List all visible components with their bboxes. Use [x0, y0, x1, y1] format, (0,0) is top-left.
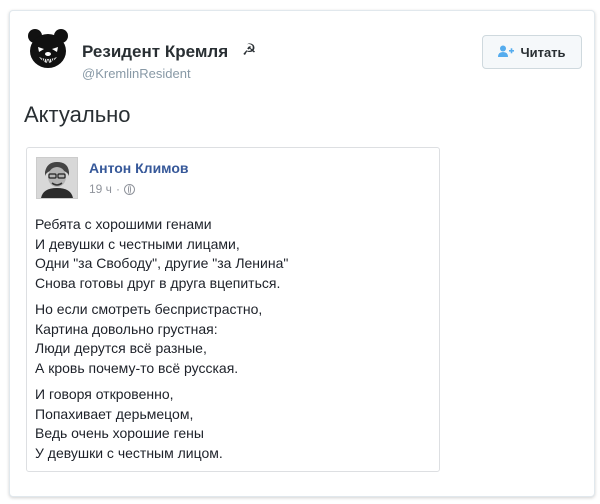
bear-avatar-icon[interactable]: [24, 25, 72, 73]
add-user-icon: [498, 45, 515, 60]
post-text: Ребята с хорошими генами И девушки с чес…: [35, 215, 288, 470]
post-time[interactable]: 19 ч: [89, 182, 112, 196]
stanza: Ребята с хорошими генами И девушки с чес…: [35, 215, 288, 293]
tweet-card: Резидент Кремля ☭ @KremlinResident Читат…: [9, 10, 595, 497]
globe-icon: [123, 183, 135, 195]
stanza: И говоря откровенно, Попахивает дерьмецо…: [35, 385, 288, 463]
author-photo[interactable]: [36, 157, 78, 199]
poem-line: Ребята с хорошими генами: [35, 216, 212, 232]
meta-separator: ·: [115, 182, 120, 196]
stanza: Но если смотреть беспристрастно, Картина…: [35, 300, 288, 378]
display-name[interactable]: Резидент Кремля: [82, 42, 228, 62]
post-meta: 19 ч ·: [89, 182, 135, 196]
poem-line: А кровь почему-то всё русская.: [35, 359, 239, 376]
poem-line: Попахивает дерьмецом,: [35, 405, 194, 422]
follow-label: Читать: [520, 44, 566, 60]
follow-button[interactable]: Читать: [482, 35, 582, 69]
hammer-sickle-icon: ☭: [242, 42, 257, 59]
poem-line: Снова готовы друг в друга вцепиться.: [35, 274, 281, 291]
poem-line: У девушки с честным лицом.: [35, 444, 223, 461]
poem-line: Ведь очень хорошие гены: [35, 425, 204, 441]
poem-line: Картина довольно грустная:: [35, 320, 218, 337]
tweet-text: Актуально: [24, 102, 131, 127]
poem-line: Одни "за Свободу", другие "за Ленина": [35, 255, 289, 271]
poem-line: Но если смотреть беспристрастно,: [35, 301, 263, 317]
embedded-post[interactable]: Антон Климов 19 ч · Ребята с хорошими ге…: [26, 147, 440, 472]
poem-line: Люди дерутся всё разные,: [35, 340, 207, 356]
user-handle[interactable]: @KremlinResident: [82, 66, 191, 81]
poem-line: И говоря откровенно,: [35, 386, 174, 402]
poem-line: И девушки с честными лицами,: [35, 235, 240, 252]
author-name[interactable]: Антон Климов: [89, 160, 189, 176]
